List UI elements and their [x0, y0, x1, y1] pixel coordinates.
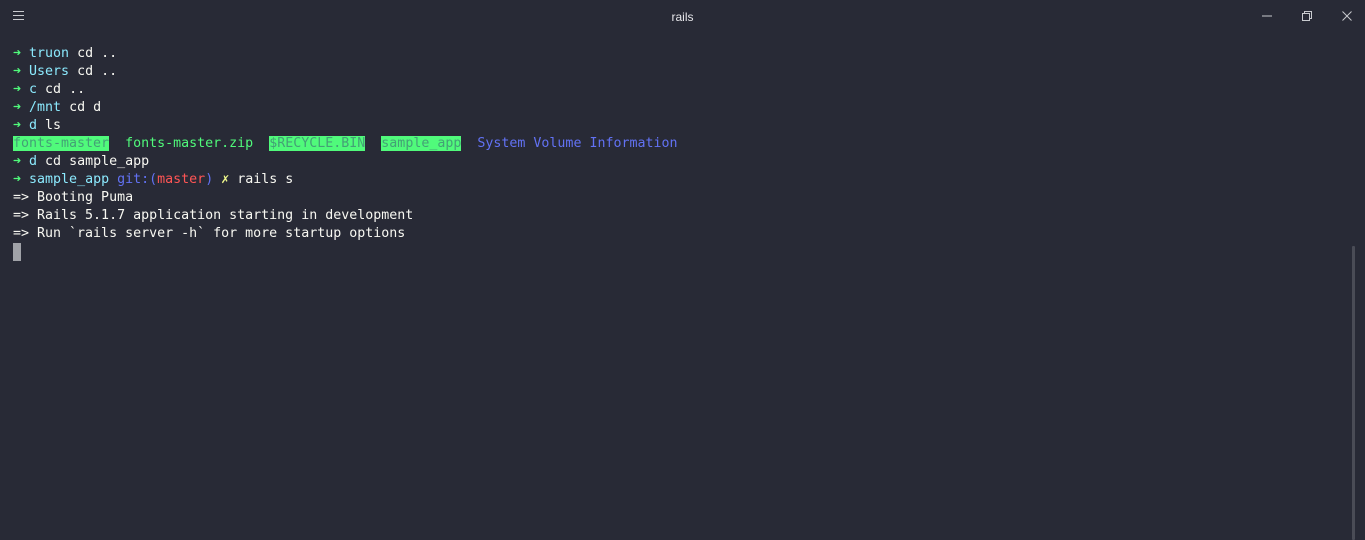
- close-icon: [1342, 11, 1352, 21]
- window-title: rails: [671, 10, 694, 24]
- output-line: => Run `rails server -h` for more startu…: [13, 226, 406, 241]
- ls-item-directory: $RECYCLE.BIN: [269, 136, 366, 151]
- git-close: ): [205, 172, 214, 187]
- git-label: git:(: [117, 172, 158, 187]
- prompt-line: ➜ sample_app git:(master) ✗ rails s: [13, 171, 1333, 189]
- prompt-arrow-icon: ➜: [13, 118, 22, 133]
- prompt-arrow-icon: ➜: [13, 46, 22, 61]
- prompt-line: ➜ c cd ..: [13, 81, 1333, 99]
- restore-button[interactable]: [1295, 6, 1319, 26]
- prompt-arrow-icon: ➜: [13, 64, 22, 79]
- output-line: => Booting Puma: [13, 190, 134, 205]
- text-cursor: [13, 243, 21, 261]
- ls-item-directory: fonts-master: [13, 136, 110, 151]
- scrollbar[interactable]: [1352, 246, 1355, 540]
- command-text: rails s: [229, 172, 294, 187]
- title-bar[interactable]: rails: [0, 0, 1365, 34]
- minimize-icon: [1262, 15, 1272, 17]
- command-text: cd ..: [69, 46, 118, 61]
- prompt-line: ➜ /mnt cd d: [13, 99, 1333, 117]
- prompt-arrow-icon: ➜: [13, 172, 22, 187]
- command-text: cd ..: [69, 64, 118, 79]
- prompt-line: ➜ Users cd ..: [13, 63, 1333, 81]
- terminal-window: rails ➜ truon cd .. ➜ Users cd .. ➜ c cd…: [0, 0, 1365, 540]
- prompt-directory: Users: [29, 64, 70, 79]
- command-text: ls: [37, 118, 62, 133]
- output-line: => Rails 5.1.7 application starting in d…: [13, 208, 414, 223]
- prompt-line: ➜ d cd sample_app: [13, 153, 1333, 171]
- command-text: cd sample_app: [37, 154, 150, 169]
- prompt-directory: truon: [29, 46, 70, 61]
- terminal-output[interactable]: ➜ truon cd .. ➜ Users cd .. ➜ c cd .. ➜ …: [13, 45, 1333, 261]
- ls-item-directory: System Volume Information: [477, 136, 678, 151]
- command-text: cd d: [61, 100, 102, 115]
- close-button[interactable]: [1335, 6, 1359, 26]
- ls-output-line: fonts-master fonts-master.zip $RECYCLE.B…: [13, 135, 1333, 153]
- ls-item-directory: sample_app: [381, 136, 462, 151]
- prompt-directory: d: [29, 154, 38, 169]
- ls-item-file: fonts-master.zip: [125, 136, 254, 151]
- prompt-arrow-icon: ➜: [13, 82, 22, 97]
- prompt-directory: c: [29, 82, 38, 97]
- prompt-line: ➜ truon cd ..: [13, 45, 1333, 63]
- prompt-directory: /mnt: [29, 100, 62, 115]
- prompt-arrow-icon: ➜: [13, 154, 22, 169]
- cursor-line: [13, 243, 1333, 261]
- minimize-button[interactable]: [1255, 6, 1279, 26]
- prompt-arrow-icon: ➜: [13, 100, 22, 115]
- prompt-line: ➜ d ls: [13, 117, 1333, 135]
- restore-icon: [1302, 11, 1312, 21]
- prompt-directory: d: [29, 118, 38, 133]
- prompt-directory: sample_app: [29, 172, 110, 187]
- command-text: cd ..: [37, 82, 86, 97]
- git-branch: master: [157, 172, 206, 187]
